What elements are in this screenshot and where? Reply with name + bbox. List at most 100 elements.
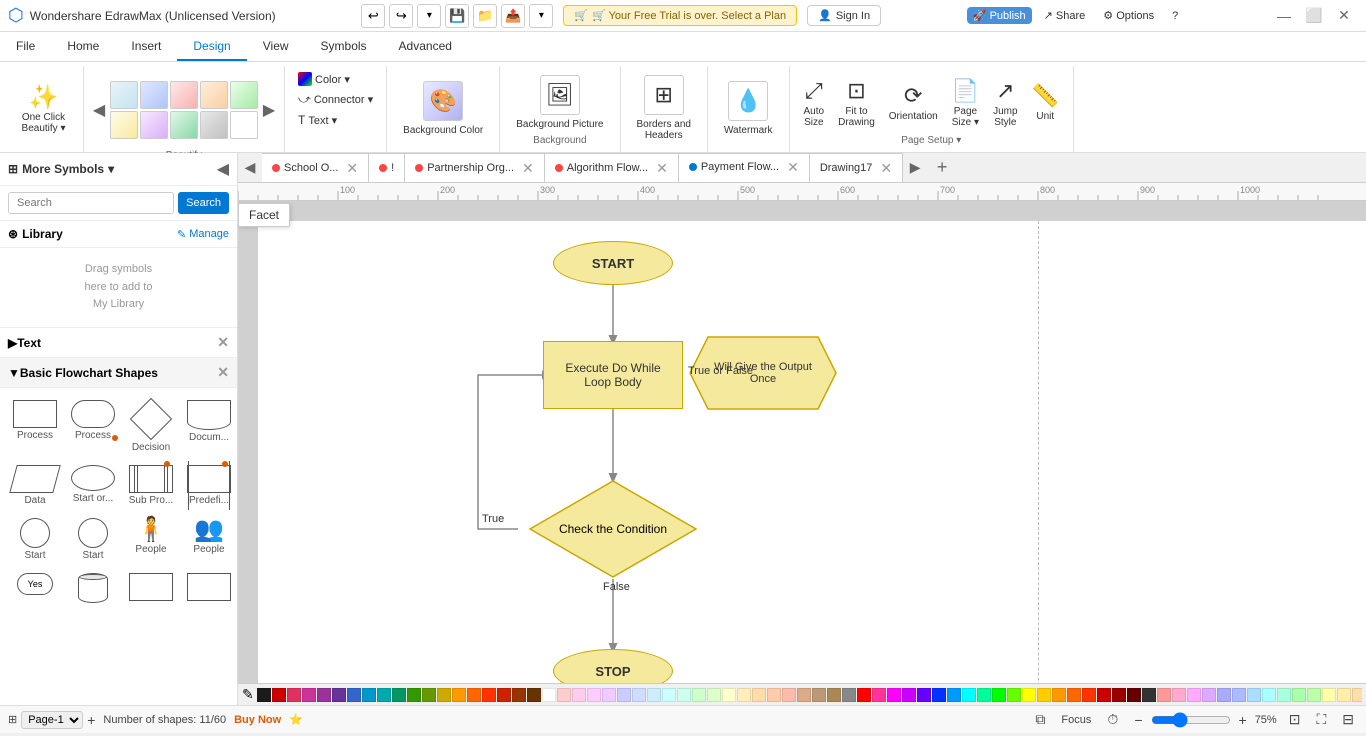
color-swatch[interactable] — [437, 688, 451, 702]
shape-item-subproc[interactable]: Sub Pro... — [124, 461, 178, 510]
watermark-button[interactable]: 💧 Watermark — [716, 77, 781, 140]
color-swatch[interactable] — [1112, 688, 1126, 702]
color-swatch[interactable] — [602, 688, 616, 702]
manage-button[interactable]: ✎ Manage — [177, 228, 229, 241]
save-button[interactable]: 💾 — [445, 4, 469, 28]
more-button[interactable]: ▾ — [529, 4, 553, 28]
shape-item-people2[interactable]: 👥 People — [182, 514, 236, 565]
color-swatch[interactable] — [1067, 688, 1081, 702]
color-swatch[interactable] — [497, 688, 511, 702]
color-swatch[interactable] — [857, 688, 871, 702]
color-swatch[interactable] — [512, 688, 526, 702]
text-section-header[interactable]: ▶ Text ✕ — [0, 328, 237, 358]
focus-label[interactable]: Focus — [1057, 712, 1095, 728]
layers-icon[interactable]: ⧉ — [1031, 709, 1049, 730]
shape-thumb-5[interactable] — [230, 81, 258, 109]
color-swatch[interactable] — [377, 688, 391, 702]
shape-item-decision[interactable]: Decision — [124, 396, 178, 457]
color-swatch[interactable] — [1262, 688, 1276, 702]
color-swatch[interactable] — [1097, 688, 1111, 702]
color-swatch[interactable] — [1127, 688, 1141, 702]
color-swatch[interactable] — [692, 688, 706, 702]
tab-algorithm-close[interactable]: ✕ — [656, 160, 668, 177]
shape-item-people1[interactable]: 🧍 People — [124, 514, 178, 565]
text-section-close-icon[interactable]: ✕ — [217, 334, 229, 351]
color-swatch[interactable] — [317, 688, 331, 702]
auto-size-button[interactable]: ⤢ AutoSize — [798, 75, 831, 131]
text-dropdown-button[interactable]: T Text ▾ — [293, 111, 342, 129]
options-button[interactable]: ⚙ Options — [1097, 7, 1160, 24]
color-swatch[interactable] — [1037, 688, 1051, 702]
tab-prev-button[interactable]: ◀ — [238, 153, 262, 183]
start-shape[interactable]: START — [553, 241, 673, 285]
unit-button[interactable]: 📏 Unit — [1026, 80, 1065, 125]
color-swatch[interactable] — [257, 688, 271, 702]
color-swatch[interactable] — [1142, 688, 1156, 702]
shape-item-predef[interactable]: Predefi... — [182, 461, 236, 510]
color-swatch[interactable] — [272, 688, 286, 702]
color-swatch[interactable] — [302, 688, 316, 702]
shape-item-process2[interactable]: Process — [66, 396, 120, 457]
tab-partnership-close[interactable]: ✕ — [522, 160, 534, 177]
color-swatch[interactable] — [1022, 688, 1036, 702]
color-swatch[interactable] — [1247, 688, 1261, 702]
color-swatch[interactable] — [542, 688, 556, 702]
color-swatch[interactable] — [752, 688, 766, 702]
tab-add-button[interactable]: + — [927, 153, 957, 183]
canvas-inner[interactable]: Facet — [238, 201, 1366, 683]
canvas-wrapper[interactable]: Facet — [238, 201, 1366, 683]
loop-body-shape[interactable]: Execute Do WhileLoop Body — [543, 341, 683, 409]
color-swatch[interactable] — [917, 688, 931, 702]
color-swatch[interactable] — [977, 688, 991, 702]
publish-button[interactable]: 🚀 Publish — [967, 7, 1032, 24]
search-input[interactable] — [8, 192, 174, 214]
shape-item-startor[interactable]: Start or... — [66, 461, 120, 510]
color-swatch[interactable] — [1232, 688, 1246, 702]
color-swatch[interactable] — [722, 688, 736, 702]
color-swatch[interactable] — [842, 688, 856, 702]
zoom-slider[interactable] — [1151, 712, 1231, 728]
shape-thumb-6[interactable] — [110, 111, 138, 139]
color-swatch[interactable] — [1172, 688, 1186, 702]
shape-thumb-7[interactable] — [140, 111, 168, 139]
color-swatch[interactable] — [647, 688, 661, 702]
shape-thumb-1[interactable] — [110, 81, 138, 109]
color-swatch[interactable] — [1307, 688, 1321, 702]
color-swatch[interactable] — [392, 688, 406, 702]
tab-school[interactable]: School O... ✕ — [262, 153, 369, 183]
background-picture-button[interactable]: 🖼 Background Picture — [508, 71, 611, 134]
folder-button[interactable]: 📁 — [473, 4, 497, 28]
shapes-expand-left[interactable]: ◀ — [92, 70, 106, 150]
color-swatch[interactable] — [1202, 688, 1216, 702]
shape-thumb-4[interactable] — [200, 81, 228, 109]
one-click-beautify-button[interactable]: ✨ One ClickBeautify ▾ — [17, 80, 71, 137]
color-swatch[interactable] — [1052, 688, 1066, 702]
tab-home[interactable]: Home — [51, 32, 115, 61]
search-button[interactable]: Search — [178, 192, 229, 214]
zoom-in-button[interactable]: + — [1235, 710, 1251, 730]
color-swatch[interactable] — [992, 688, 1006, 702]
tab-advanced[interactable]: Advanced — [383, 32, 468, 61]
color-swatch[interactable] — [1157, 688, 1171, 702]
undo-button[interactable]: ↩ — [361, 4, 385, 28]
buy-now-button[interactable]: Buy Now — [234, 714, 281, 726]
color-swatch[interactable] — [812, 688, 826, 702]
color-swatch[interactable] — [767, 688, 781, 702]
color-swatch[interactable] — [587, 688, 601, 702]
color-swatch[interactable] — [887, 688, 901, 702]
color-swatch[interactable] — [1337, 688, 1351, 702]
color-swatch[interactable] — [737, 688, 751, 702]
tab-view[interactable]: View — [247, 32, 305, 61]
borders-headers-button[interactable]: ⊞ Borders andHeaders — [629, 71, 699, 145]
color-swatch[interactable] — [1322, 688, 1336, 702]
help-button[interactable]: ? — [1166, 8, 1184, 24]
background-color-button[interactable]: 🎨 Background Color — [395, 77, 491, 140]
tab-payment-close[interactable]: ✕ — [787, 159, 799, 176]
color-swatch[interactable] — [782, 688, 796, 702]
color-swatch[interactable] — [632, 688, 646, 702]
tab-exclaim[interactable]: ! — [369, 153, 405, 183]
color-swatch[interactable] — [617, 688, 631, 702]
color-swatch[interactable] — [797, 688, 811, 702]
page-add-icon[interactable]: + — [87, 712, 95, 728]
tab-file[interactable]: File — [0, 32, 51, 61]
